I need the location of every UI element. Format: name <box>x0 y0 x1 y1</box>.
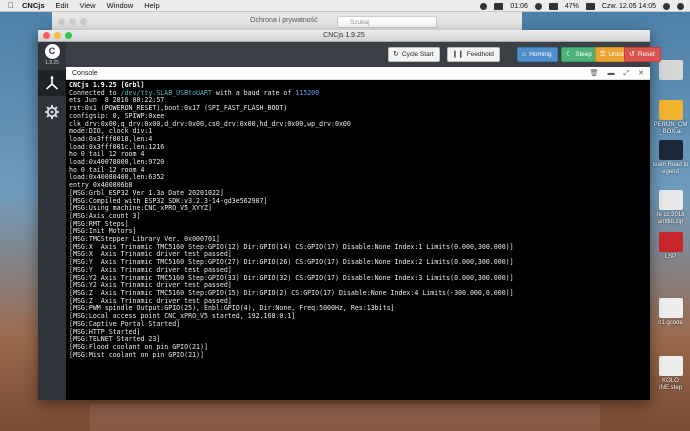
version-badge: 1.9.25 <box>45 60 59 66</box>
gear-icon[interactable] <box>44 104 60 120</box>
cncjs-window: CNCjs 1.9.25 C 1.9.25 ↻ Cycle Start ❙❙ F… <box>38 30 661 400</box>
toolbar: ↻ Cycle Start ❙❙ Feedhold ⌂ Homing ☾ Sle… <box>66 42 661 67</box>
pause-icon: ❙❙ <box>452 51 464 58</box>
battery-percent[interactable]: 47% <box>565 3 579 10</box>
menubar-date[interactable]: Czw. 12.05 14:05 <box>602 3 656 10</box>
home-icon: ⌂ <box>522 51 527 58</box>
sidebar-item-workspace[interactable] <box>38 70 66 96</box>
console-title: Console <box>72 70 98 77</box>
background-search-field[interactable]: Szukaj <box>337 16 437 28</box>
homing-button[interactable]: ⌂ Homing <box>517 47 558 62</box>
sidebar: C 1.9.25 <box>38 42 66 400</box>
console-line: [MSG:Axis count 3] <box>69 211 141 220</box>
expand-icon[interactable]: ⤢ <box>624 67 630 80</box>
desktop-file[interactable]: re cc 2018 amtlib.zip <box>651 190 690 226</box>
desktop-file[interactable]: LSP <box>651 232 690 261</box>
console-tools: 🗑 ▬ ⤢ ✕ <box>590 67 644 80</box>
moon-icon: ☾ <box>566 51 573 58</box>
console-line: [MSG:Mist coolant on pin GPIO(21)] <box>69 350 204 359</box>
window-titlebar[interactable]: CNCjs 1.9.25 <box>38 30 650 42</box>
console-line: [MSG:RMT Steps] <box>69 219 129 228</box>
traffic-lights <box>43 32 72 39</box>
refresh-icon: ↻ <box>393 51 399 58</box>
unlock-icon: ⚿ <box>600 51 606 58</box>
menu-window[interactable]: Window <box>107 1 134 10</box>
feedhold-button[interactable]: ❙❙ Feedhold <box>447 47 500 62</box>
trash-icon[interactable]: 🗑 <box>590 67 599 80</box>
console-line: load:0x40078000,len:9720 <box>69 158 165 167</box>
bluetooth-icon[interactable] <box>534 2 542 10</box>
menu-edit[interactable]: Edit <box>56 1 69 10</box>
sleep-button[interactable]: ☾ Sleep <box>561 47 598 62</box>
close-window-button[interactable] <box>43 32 50 39</box>
close-icon[interactable]: ✕ <box>638 67 644 80</box>
console-line: load:0x40080400,len:6352 <box>69 173 165 182</box>
console-line: clk_drv:0x00,q_drv:0x00,d_drv:0x00,cs0_d… <box>69 119 351 128</box>
window-controls <box>58 18 87 25</box>
console-line: mode:DIO, clock div:1 <box>69 127 153 136</box>
zoom-window-button[interactable] <box>65 32 72 39</box>
window-title: CNCjs 1.9.25 <box>323 32 365 39</box>
reset-button[interactable]: ↺ Reset <box>624 47 661 62</box>
menu-view[interactable]: View <box>79 1 95 10</box>
desktop-file[interactable]: KOLO INE.step <box>651 356 690 392</box>
undo-icon: ↺ <box>629 51 635 58</box>
desktop-file[interactable]: n1.gcode <box>651 298 690 327</box>
desktop-file[interactable]: team Road to egend <box>651 140 690 176</box>
apple-icon[interactable]:  <box>0 1 22 10</box>
console-output: ets Jun 8 2016 00:22:57 rst:0x1 (POWERON_… <box>69 97 647 359</box>
wifi-icon[interactable] <box>548 2 558 10</box>
console-terminal[interactable]: CNCjs 1.9.25 [Grbl] Connected to /dev/tt… <box>66 81 650 400</box>
menubar-status-area: 01:06 47% Czw. 12.05 14:05 <box>480 0 684 12</box>
axes-icon <box>45 75 59 90</box>
baud-rate: 115200 <box>295 88 320 97</box>
logo-icon: C <box>44 44 60 59</box>
console-line: [MSG:Using machine:CNC_xPRO_V5_XYYZ] <box>69 204 212 213</box>
console-line: load:0x3fff001c,len:1216 <box>69 142 165 151</box>
console-panel: Console 🗑 ▬ ⤢ ✕ CNCjs 1.9.25 [Grbl] Conn… <box>66 67 650 400</box>
cncjs-logo[interactable]: C 1.9.25 <box>42 44 62 68</box>
search-icon[interactable] <box>663 2 670 10</box>
dock-area <box>90 404 600 431</box>
minimize-icon[interactable]: ▬ <box>608 67 615 80</box>
status-icon[interactable] <box>494 2 504 10</box>
desktop-file[interactable] <box>651 60 690 82</box>
cycle-start-button[interactable]: ↻ Cycle Start <box>388 47 440 62</box>
status-icon[interactable] <box>480 2 488 10</box>
minimize-window-button[interactable] <box>54 32 61 39</box>
console-header: Console 🗑 ▬ ⤢ ✕ <box>66 67 650 80</box>
battery-icon[interactable] <box>585 2 595 10</box>
desktop-file[interactable]: PERUN_CM _BOX.ai <box>651 100 690 136</box>
macos-menubar:  CNCjs Edit View Window Help 01:06 47% … <box>0 0 690 12</box>
menu-app-name[interactable]: CNCjs <box>22 1 45 10</box>
background-window-title: Ochrona i prywatność <box>250 17 318 24</box>
clock-elapsed: 01:06 <box>510 2 528 10</box>
menu-list-icon[interactable] <box>677 2 684 10</box>
menu-help[interactable]: Help <box>144 1 159 10</box>
console-line: [MSG:Captive Portal Started] <box>69 319 181 328</box>
